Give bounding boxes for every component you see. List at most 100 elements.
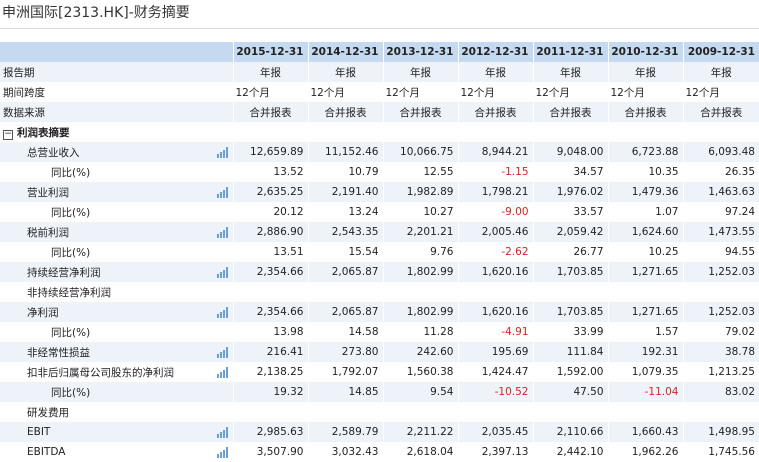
- table-cell: 1,976.02: [532, 182, 608, 202]
- table-cell: 13.98: [232, 322, 308, 342]
- table-cell: 年报: [382, 62, 458, 82]
- table-cell: 19.32: [232, 382, 308, 402]
- table-cell: 合并报表: [607, 102, 683, 122]
- row-label-text: 同比(%): [51, 326, 91, 339]
- bar-chart-icon[interactable]: [216, 427, 229, 438]
- table-cell: 12个月: [307, 82, 383, 102]
- bar-chart-icon[interactable]: [216, 187, 229, 198]
- table-cell: 1,703.85: [532, 262, 608, 282]
- row-label: EBITDA: [0, 442, 233, 462]
- table-row: 数据来源 合并报表 合并报表 合并报表 合并报表 合并报表 合并报表 合并报表: [0, 102, 759, 122]
- column-header[interactable]: 2012-12-31: [457, 42, 533, 62]
- table-cell: 195.69: [457, 342, 533, 362]
- table-cell: 2,191.40: [307, 182, 383, 202]
- row-label[interactable]: − 利润表摘要: [0, 122, 233, 142]
- table-cell: [532, 282, 608, 302]
- table-cell: 2,354.66: [232, 302, 308, 322]
- column-header[interactable]: 2014-12-31: [307, 42, 383, 62]
- table-cell: 10.25: [607, 242, 683, 262]
- column-header[interactable]: 2013-12-31: [382, 42, 458, 62]
- table-cell: 1,213.25: [682, 362, 759, 382]
- column-header[interactable]: 2011-12-31: [532, 42, 608, 62]
- table-cell: 2,618.04: [382, 442, 458, 462]
- bar-chart-icon[interactable]: [216, 147, 229, 158]
- table-cell: [382, 122, 458, 142]
- row-label: 同比(%): [0, 382, 233, 402]
- row-label-text: 期间跨度: [3, 86, 45, 99]
- table-cell: [307, 122, 383, 142]
- row-label: 非经常性损益: [0, 342, 233, 362]
- bar-chart-icon[interactable]: [216, 267, 229, 278]
- table-row: 同比(%) 13.98 14.58 11.28 -4.91 33.99 1.57 79.02: [0, 322, 759, 342]
- row-label: 同比(%): [0, 162, 233, 182]
- table-cell: 1.57: [607, 322, 683, 342]
- table-cell: 1,271.65: [607, 262, 683, 282]
- table-cell: [607, 122, 683, 142]
- bar-chart-icon[interactable]: [216, 367, 229, 378]
- table-row: 报告期 年报 年报 年报 年报 年报 年报 年报: [0, 62, 759, 82]
- table-cell: 9,048.00: [532, 142, 608, 162]
- table-cell: 10.27: [382, 202, 458, 222]
- table-cell: [232, 122, 308, 142]
- table-cell: 2,110.66: [532, 422, 608, 442]
- table-cell: 年报: [682, 62, 759, 82]
- row-label: 同比(%): [0, 242, 233, 262]
- table-cell: 33.99: [532, 322, 608, 342]
- column-header[interactable]: 2010-12-31: [607, 42, 683, 62]
- table-row: 同比(%) 13.52 10.79 12.55 -1.15 34.57 10.35 26.35: [0, 162, 759, 182]
- table-row: 营业利润 2,635.25 2,191.40 1,982.89 1,798.21 1,97…: [0, 182, 759, 202]
- table-cell: 14.58: [307, 322, 383, 342]
- table-cell: 1,252.03: [682, 262, 759, 282]
- table-row: 总营业收入 12,659.89 11,152.46 10,066.75 8,944.21…: [0, 142, 759, 162]
- table-cell: 2,886.90: [232, 222, 308, 242]
- table-cell: 1,962.26: [607, 442, 683, 462]
- row-label-text: EBITDA: [27, 446, 66, 458]
- bar-chart-icon[interactable]: [216, 347, 229, 358]
- row-label-text: 数据来源: [3, 106, 45, 119]
- row-label: EBIT: [0, 422, 233, 442]
- collapse-minus-icon[interactable]: −: [3, 129, 13, 140]
- column-header[interactable]: 2009-12-31: [682, 42, 759, 62]
- table-cell: 6,723.88: [607, 142, 683, 162]
- table-cell: 13.52: [232, 162, 308, 182]
- table-cell: 2,035.45: [457, 422, 533, 442]
- column-header[interactable]: 2015-12-31: [232, 42, 308, 62]
- row-label: 非持续经营净利润: [0, 282, 233, 302]
- row-label-text: 营业利润: [27, 186, 69, 199]
- table-cell: -2.62: [457, 242, 533, 262]
- table-cell: 2,065.87: [307, 262, 383, 282]
- table-row: EBITDA 3,507.90 3,032.43 2,618.04 2,397.13 2,…: [0, 442, 759, 462]
- table-cell: [532, 122, 608, 142]
- table-cell: 1,560.38: [382, 362, 458, 382]
- table-cell: [607, 282, 683, 302]
- row-label-text: 同比(%): [51, 386, 91, 399]
- table-cell: [307, 282, 383, 302]
- table-cell: -9.00: [457, 202, 533, 222]
- table-cell: 12个月: [457, 82, 533, 102]
- bar-chart-icon[interactable]: [216, 227, 229, 238]
- table-cell: 年报: [532, 62, 608, 82]
- bar-chart-icon[interactable]: [216, 447, 229, 458]
- bar-chart-icon[interactable]: [216, 307, 229, 318]
- table-cell: 年报: [457, 62, 533, 82]
- header-corner: [0, 42, 233, 62]
- table-cell: 14.85: [307, 382, 383, 402]
- table-cell: 1,463.63: [682, 182, 759, 202]
- row-label: 报告期: [0, 62, 233, 82]
- row-label-text: 非经常性损益: [27, 346, 90, 359]
- table-cell: 合并报表: [232, 102, 308, 122]
- table-cell: 1,745.56: [682, 442, 759, 462]
- table-cell: 2,985.63: [232, 422, 308, 442]
- table-cell: 242.60: [382, 342, 458, 362]
- table-cell: [682, 282, 759, 302]
- table-cell: 9.76: [382, 242, 458, 262]
- row-label-text: 同比(%): [51, 246, 91, 259]
- row-label-text: 报告期: [3, 66, 35, 79]
- row-label-text: 同比(%): [51, 206, 91, 219]
- table-cell: 12个月: [532, 82, 608, 102]
- table-row: EBIT 2,985.63 2,589.79 2,211.22 2,035.45 2,11…: [0, 422, 759, 442]
- row-label: 税前利润: [0, 222, 233, 242]
- table-row: 同比(%) 20.12 13.24 10.27 -9.00 33.57 1.07 97.24: [0, 202, 759, 222]
- table-cell: 10.79: [307, 162, 383, 182]
- table-cell: 合并报表: [307, 102, 383, 122]
